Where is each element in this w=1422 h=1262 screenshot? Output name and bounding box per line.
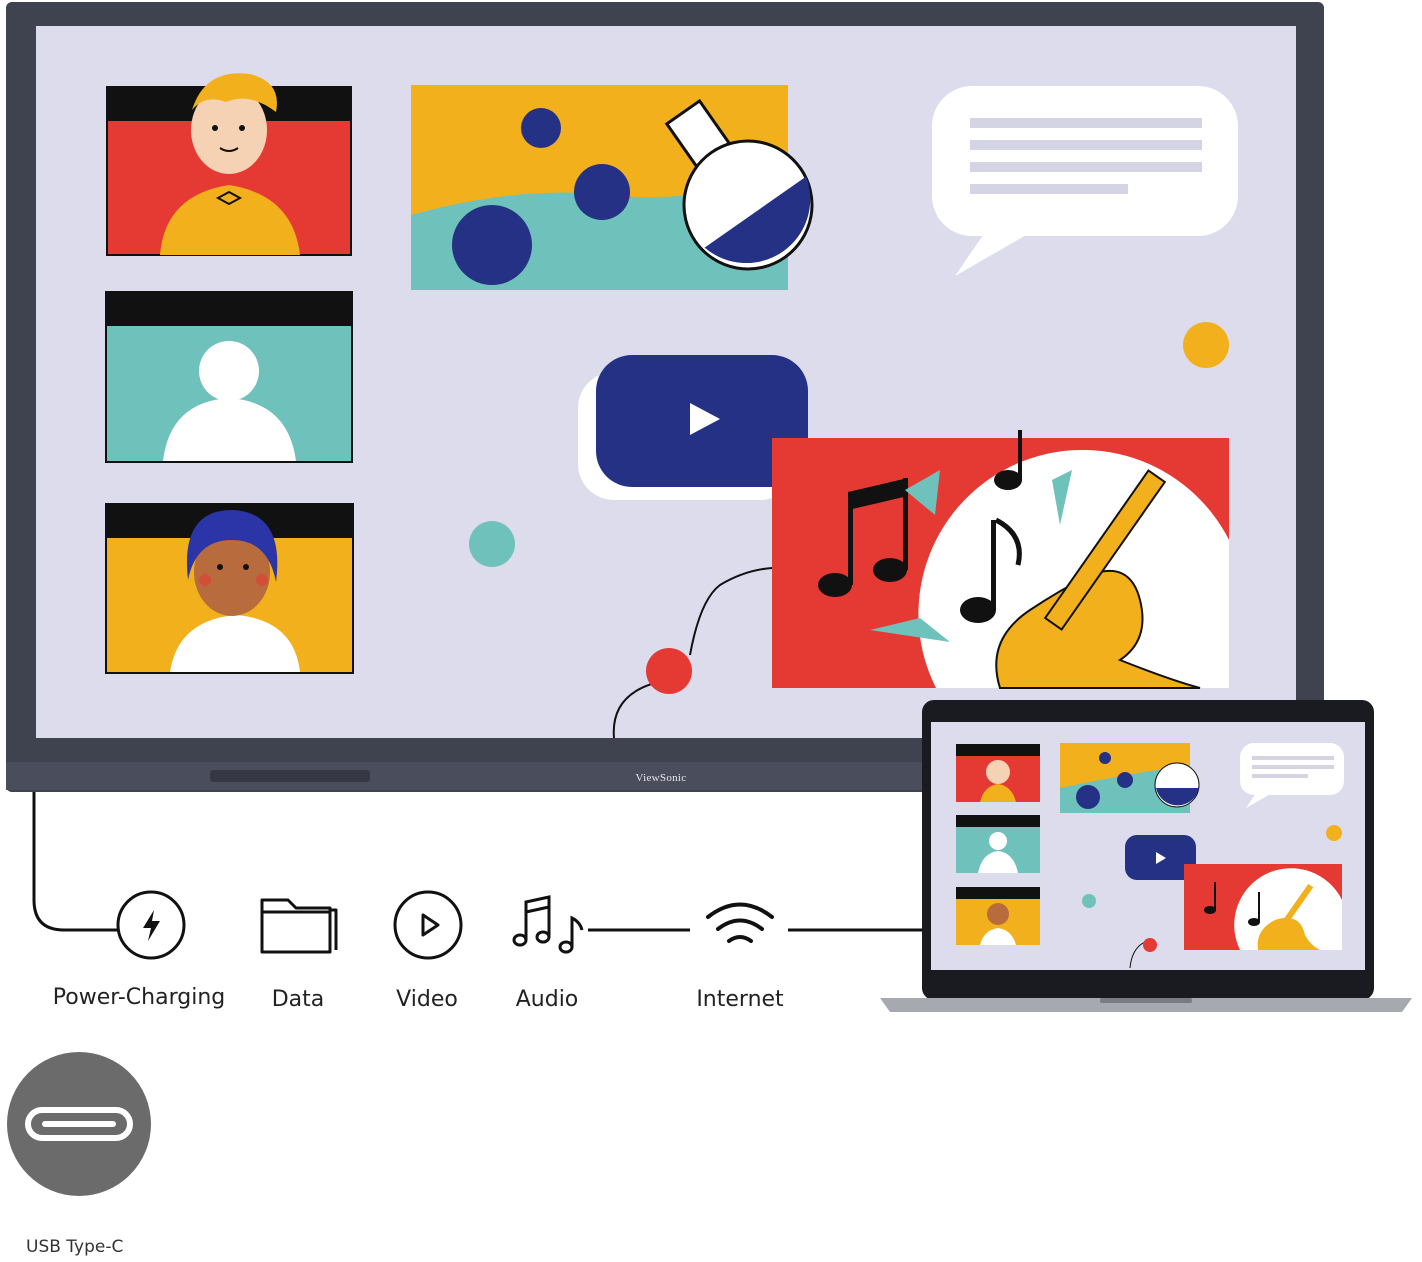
feature-label-data: Data — [271, 987, 325, 1012]
video-tile-person-1 — [106, 73, 352, 256]
video-tile-person-2 — [105, 503, 354, 674]
usb-c-icon — [7, 1052, 151, 1196]
usb-type-c-label: USB Type-C — [26, 1237, 124, 1257]
lightning-icon — [116, 890, 186, 960]
science-panel — [411, 85, 814, 290]
music-panel — [772, 430, 1229, 689]
feature-label-power: Power-Charging — [52, 985, 226, 1010]
feature-label-audio: Audio — [515, 987, 579, 1012]
cable — [32, 792, 118, 932]
product-illustration — [6, 2, 1412, 1196]
decor-dot — [646, 648, 692, 694]
video-tile-avatar-placeholder — [105, 291, 353, 463]
decor-dot — [469, 521, 515, 567]
folder-icon — [260, 898, 338, 954]
laptop — [880, 700, 1412, 1012]
feature-label-video: Video — [396, 987, 458, 1012]
decor-dot — [1183, 322, 1229, 368]
play-circle-icon — [393, 890, 463, 960]
music-notes-icon — [512, 895, 584, 954]
wifi-icon — [706, 902, 774, 943]
brand-logo: ViewSonic — [635, 772, 687, 784]
feature-label-internet: Internet — [696, 987, 784, 1012]
